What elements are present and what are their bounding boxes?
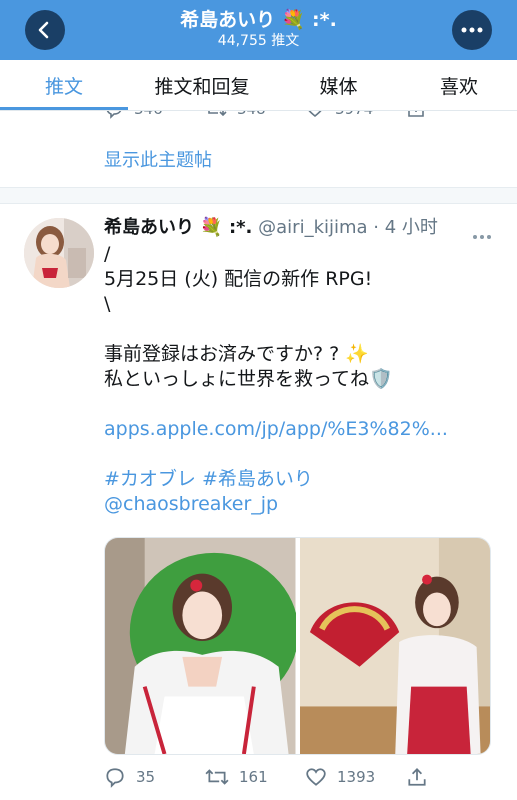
media-photo-2[interactable] bbox=[299, 538, 490, 754]
share-icon bbox=[408, 768, 426, 786]
tweet-separator bbox=[0, 187, 517, 204]
tweet-line bbox=[104, 442, 499, 467]
hashtag-links[interactable]: #カオブレ #希島あいり bbox=[104, 467, 499, 492]
profile-name-title: 希島あいり 💐 :*. bbox=[180, 9, 337, 31]
heart-icon bbox=[306, 768, 326, 786]
tweet-count: 44,755 推文 bbox=[217, 33, 300, 49]
retweet-icon bbox=[205, 769, 229, 785]
more-options-button[interactable] bbox=[452, 10, 492, 50]
tweet-media[interactable] bbox=[104, 537, 491, 755]
ellipsis-icon bbox=[461, 27, 483, 33]
tweet-header: 希島あいり 💐 :*. @airi_kijima · 4 小时 bbox=[104, 216, 438, 240]
retweet-button[interactable]: 161 bbox=[205, 766, 268, 788]
tweet-text: / 5月25日 (火) 配信の新作 RPG! \ 事前登録はお済みですか? ? … bbox=[104, 242, 499, 517]
reply-icon bbox=[106, 768, 124, 788]
avatar[interactable] bbox=[24, 218, 94, 288]
tweet-line bbox=[104, 392, 499, 417]
like-count: 1393 bbox=[337, 768, 376, 786]
tweet-line: 私といっしょに世界を救ってね🛡️ bbox=[104, 368, 393, 390]
mention-link[interactable]: @chaosbreaker_jp bbox=[104, 492, 499, 517]
tweet-actions: 35 161 1393 bbox=[0, 766, 517, 790]
reply-button[interactable]: 35 bbox=[104, 766, 155, 788]
profile-header: 希島あいり 💐 :*. 44,755 推文 bbox=[0, 0, 517, 60]
photo-image bbox=[299, 538, 490, 754]
share-button[interactable] bbox=[406, 766, 438, 788]
avatar-image bbox=[24, 218, 94, 288]
tweet-line: \ bbox=[104, 293, 111, 315]
media-photo-1[interactable] bbox=[105, 538, 296, 754]
tweet-line bbox=[104, 317, 499, 342]
tab-likes[interactable]: 喜欢 bbox=[401, 60, 517, 111]
tab-tweets[interactable]: 推文 bbox=[0, 60, 128, 111]
tweet-time: · 4 小时 bbox=[367, 217, 438, 238]
photo-image bbox=[105, 538, 296, 754]
active-tab-indicator bbox=[0, 107, 128, 110]
profile-tabs: 推文 推文和回复 媒体 喜欢 bbox=[0, 60, 517, 111]
show-thread-link[interactable]: 显示此主题帖 bbox=[104, 146, 212, 172]
ellipsis-icon bbox=[473, 235, 491, 239]
reply-count: 35 bbox=[136, 768, 156, 786]
author-handle[interactable]: @airi_kijima bbox=[258, 217, 367, 238]
like-button[interactable]: 1393 bbox=[305, 766, 375, 788]
tweet-line: / bbox=[104, 243, 111, 265]
retweet-count: 161 bbox=[239, 768, 268, 786]
tweet-line: 5月25日 (火) 配信の新作 RPG! bbox=[104, 268, 373, 290]
author-name[interactable]: 希島あいり 💐 :*. bbox=[104, 217, 252, 238]
app-store-link[interactable]: apps.apple.com/jp/app/%E3%82%... bbox=[104, 417, 499, 442]
tweet-line: 事前登録はお済みですか? ? ✨ bbox=[104, 343, 369, 365]
tab-media[interactable]: 媒体 bbox=[276, 60, 401, 111]
tab-tweets-and-replies[interactable]: 推文和回复 bbox=[128, 60, 276, 111]
